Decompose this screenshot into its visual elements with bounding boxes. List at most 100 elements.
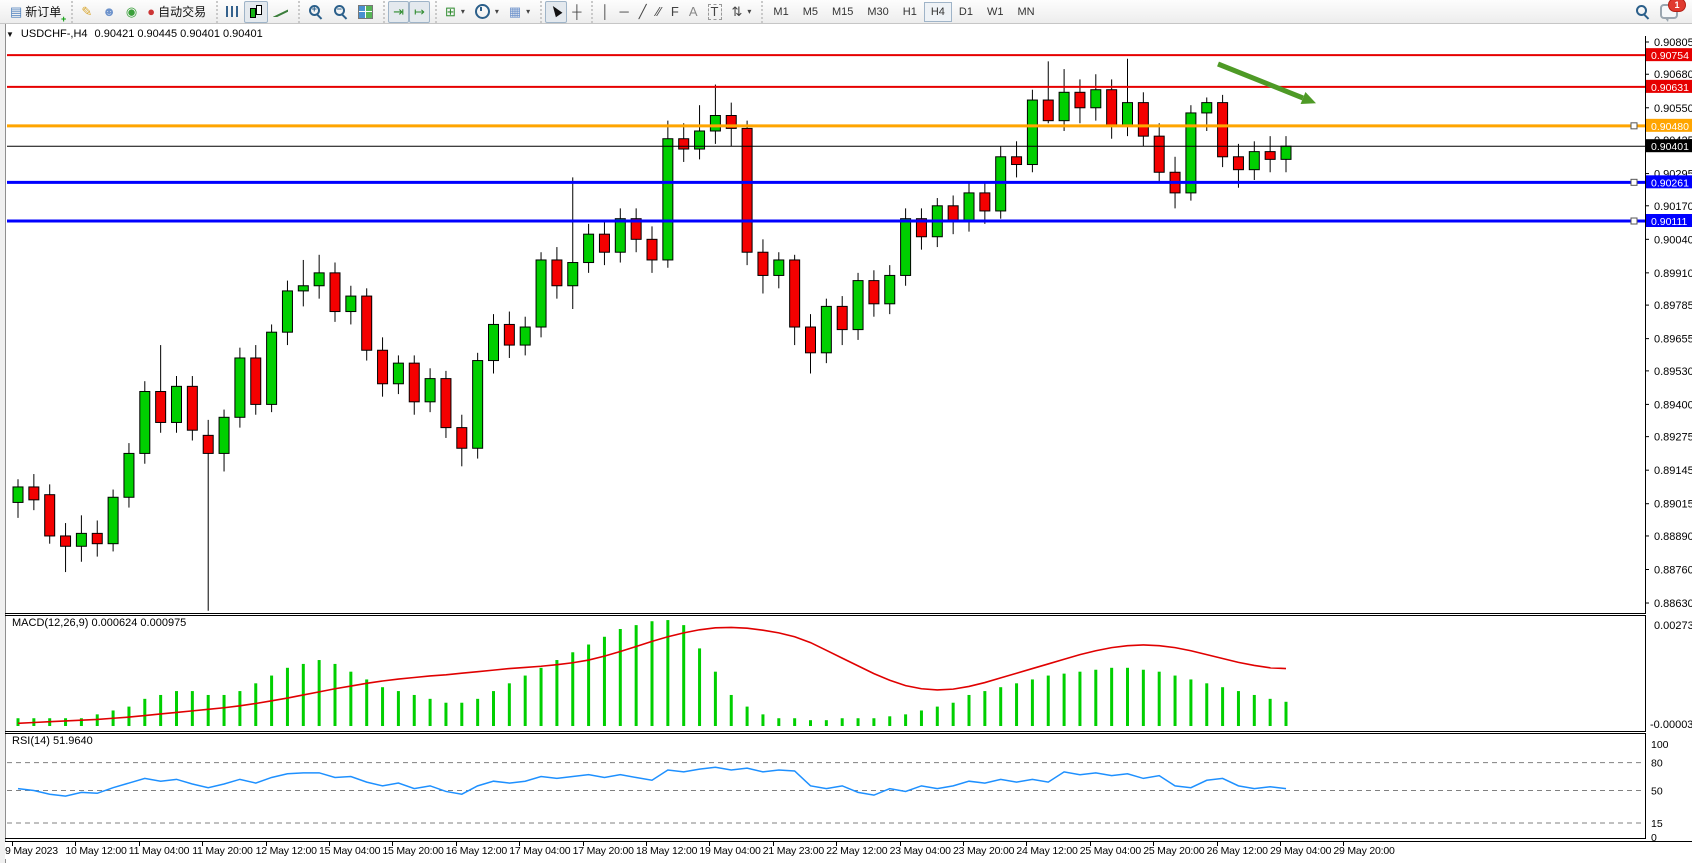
line-handle[interactable] [1631, 179, 1637, 185]
rsi-axis-label: 100 [1651, 739, 1669, 751]
timeframe-button-h1[interactable]: H1 [896, 2, 924, 22]
zoom-out-icon[interactable]: − [328, 1, 353, 23]
chart-symbol-period: USDCHF-,H4 [21, 28, 88, 40]
candle-down [1138, 103, 1148, 137]
text-label-icon: T [708, 4, 722, 20]
timeframe-button-m15[interactable]: M15 [825, 2, 860, 22]
toolbar-right-group: 1 [1627, 1, 1686, 23]
candle-down [457, 428, 467, 449]
templates-icon[interactable]: ▦▾ [504, 1, 535, 23]
main-chart-canvas[interactable]: 0.908050.906800.905500.904250.902950.901… [5, 36, 1692, 615]
new-order-button[interactable]: ▤+新订单 [5, 1, 66, 23]
chart-title-row: ▼ USDCHF-,H4 0.90421 0.90445 0.90401 0.9… [6, 27, 263, 41]
macd-indicator-label: MACD(12,26,9) 0.000624 0.000975 [12, 617, 186, 629]
autotrading-button: ● [147, 5, 155, 19]
price-tick-label: 0.88890 [1654, 531, 1692, 543]
time-axis-label: 12 May 12:00 [256, 845, 317, 857]
print-icon[interactable]: ✎ [76, 1, 97, 23]
expert-advisors-icon[interactable]: ☻ [97, 1, 121, 23]
candle-down [948, 206, 958, 221]
chat-button[interactable]: 1 [1655, 1, 1683, 23]
indicators-icon[interactable]: ⊞▾ [440, 1, 470, 23]
line-chart-icon [273, 6, 288, 17]
chart-shift-icon[interactable]: ⇥ [388, 1, 409, 23]
candle-down [869, 281, 879, 304]
tile-windows-icon[interactable] [353, 1, 378, 23]
toolbar-group: ┼ [540, 1, 589, 23]
toolbar-group: ⊞▾▾▦▾ [435, 1, 538, 23]
price-line-badge-label: 0.90754 [1651, 50, 1689, 62]
timeframe-button-w1[interactable]: W1 [980, 2, 1011, 22]
candle-up [710, 116, 720, 131]
candle-down [1154, 136, 1164, 172]
line-handle[interactable] [1631, 218, 1637, 224]
autotrading-button[interactable]: ●自动交易 [142, 1, 211, 23]
toolbar-group: +− [298, 1, 381, 23]
timeframe-button-m5[interactable]: M5 [796, 2, 825, 22]
price-tick-label: 0.89400 [1654, 399, 1692, 411]
search-button[interactable] [1630, 1, 1655, 23]
candle-up [1202, 103, 1212, 113]
time-axis-label: 29 May 04:00 [1270, 845, 1331, 857]
timeframe-button-m30[interactable]: M30 [860, 2, 895, 22]
candle-up [124, 453, 134, 497]
macd-panel-canvas[interactable]: 0.002731 -0.000038 [5, 615, 1692, 733]
horizontal-line-icon[interactable]: ─ [615, 1, 634, 23]
time-axis-label: 23 May 04:00 [890, 845, 951, 857]
rsi-axis-label: 15 [1651, 818, 1663, 830]
candle-up [1249, 152, 1259, 170]
signals-icon[interactable]: ◉ [121, 1, 142, 23]
macd-axis-max-label: 0.002731 [1654, 620, 1692, 632]
time-axis-label: 19 May 04:00 [699, 845, 760, 857]
timeframe-button-h4[interactable]: H4 [924, 2, 952, 22]
timeframe-button-m1[interactable]: M1 [766, 2, 795, 22]
candle-up [901, 219, 911, 276]
mt4-terminal: ▤+新订单✎☻◉●自动交易+−⇥↦⊞▾▾▦▾┼│─╱∕∕FAT⇅▾M1M5M15… [0, 0, 1692, 863]
line-handle[interactable] [1631, 123, 1637, 129]
candle-up [536, 260, 546, 327]
vertical-line-icon[interactable]: │ [596, 1, 614, 23]
trend-arrow-annotation[interactable] [1218, 64, 1303, 98]
bar-chart-icon[interactable] [221, 1, 244, 23]
cursor-icon[interactable] [545, 1, 567, 23]
auto-scroll-icon[interactable]: ↦ [409, 1, 430, 23]
new-order-button-label: 新订单 [25, 3, 61, 20]
text-icon[interactable]: A [684, 1, 703, 23]
equidistant-channel-icon[interactable]: ∕∕ [652, 1, 666, 23]
timeframe-button-mn[interactable]: MN [1010, 2, 1041, 22]
text-label-icon[interactable]: T [703, 1, 727, 23]
price-tick-label: 0.89785 [1654, 300, 1692, 312]
candle-up [13, 487, 23, 502]
candle-down [1075, 92, 1085, 107]
periods-icon[interactable]: ▾ [470, 1, 504, 23]
candle-down [29, 487, 39, 500]
arrows-icon: ⇅ [732, 5, 743, 19]
timeframe-button-d1[interactable]: D1 [952, 2, 980, 22]
candle-down [203, 435, 213, 453]
candle-down [980, 193, 990, 211]
arrows-icon[interactable]: ⇅▾ [727, 1, 757, 23]
candle-up [314, 273, 324, 286]
candle-up [473, 361, 483, 449]
candle-down [409, 363, 419, 402]
rsi-axis-label: 80 [1651, 758, 1663, 770]
candlestick-chart-icon[interactable] [244, 1, 268, 23]
chat-notification-badge: 1 [1668, 0, 1686, 12]
time-axis[interactable]: 9 May 202310 May 12:0011 May 04:0011 May… [5, 841, 1692, 859]
line-chart-icon[interactable] [268, 1, 293, 23]
zoom-in-icon: + [308, 4, 323, 19]
price-tick-label: 0.89015 [1654, 499, 1692, 511]
crosshair-icon[interactable]: ┼ [567, 1, 586, 23]
candle-down [61, 536, 71, 546]
rsi-line [18, 767, 1286, 796]
rsi-panel-canvas[interactable]: 1008050150 [5, 733, 1692, 841]
candle-up [298, 286, 308, 291]
zoom-in-icon[interactable]: + [303, 1, 328, 23]
one-click-trading-arrow-icon[interactable]: ▼ [6, 30, 14, 39]
macd-axis-min-label: -0.000038 [1650, 719, 1692, 731]
fibonacci-icon[interactable]: F [666, 1, 684, 23]
candle-up [346, 296, 356, 311]
trendline-icon[interactable]: ╱ [634, 1, 652, 23]
candle-up [584, 234, 594, 262]
candle-up [425, 379, 435, 402]
